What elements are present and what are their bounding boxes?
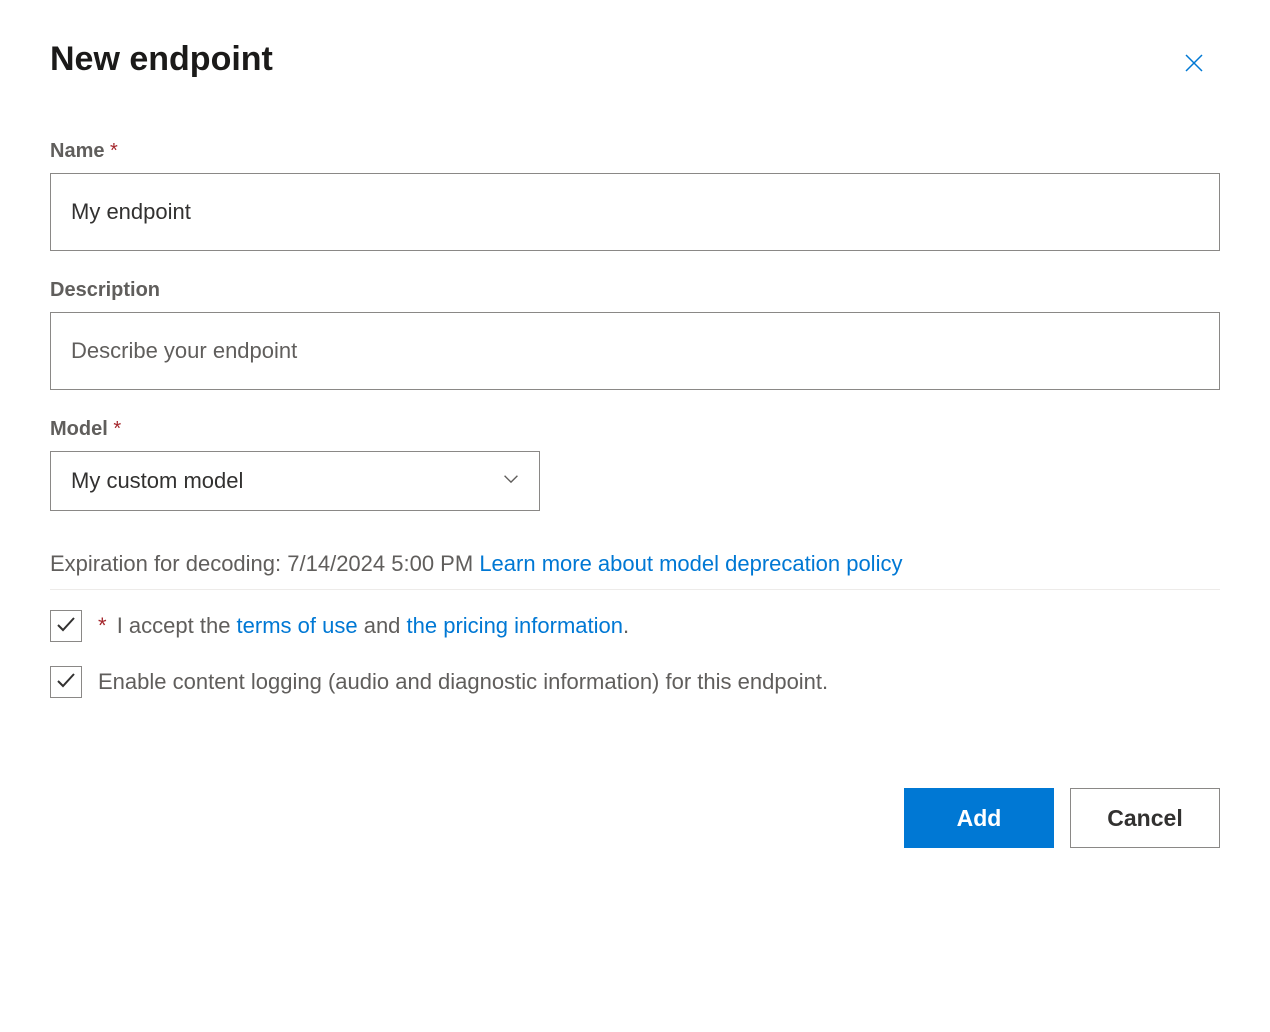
terms-checkbox[interactable]: [50, 610, 82, 642]
expiration-value: 7/14/2024 5:00 PM: [287, 551, 473, 576]
cancel-button[interactable]: Cancel: [1070, 788, 1220, 848]
logging-label: Enable content logging (audio and diagno…: [98, 669, 828, 695]
logging-checkbox[interactable]: [50, 666, 82, 698]
model-select[interactable]: My custom model: [50, 451, 540, 511]
close-icon: [1182, 51, 1206, 78]
close-button[interactable]: [1178, 48, 1210, 80]
terms-of-use-link[interactable]: terms of use: [237, 613, 358, 638]
name-field-group: Name *: [50, 140, 1220, 251]
terms-checkbox-row: * I accept the terms of use and the pric…: [50, 610, 1220, 642]
expiration-info: Expiration for decoding: 7/14/2024 5:00 …: [50, 551, 1220, 577]
terms-label: * I accept the terms of use and the pric…: [98, 613, 629, 639]
model-select-wrapper: My custom model: [50, 451, 540, 511]
model-field-group: Model * My custom model: [50, 418, 1220, 511]
dialog-footer: Add Cancel: [50, 788, 1220, 848]
divider: [50, 589, 1220, 590]
description-label: Description: [50, 279, 1220, 302]
description-field-group: Description: [50, 279, 1220, 390]
check-icon: [54, 668, 78, 697]
name-label: Name *: [50, 140, 1220, 163]
description-input[interactable]: [50, 312, 1220, 390]
expiration-label: Expiration for decoding:: [50, 551, 287, 576]
model-label: Model *: [50, 418, 1220, 441]
name-input[interactable]: [50, 173, 1220, 251]
check-icon: [54, 612, 78, 641]
required-indicator: *: [98, 613, 107, 638]
dialog-title: New endpoint: [50, 40, 273, 79]
required-indicator: *: [110, 140, 118, 162]
new-endpoint-dialog: New endpoint Name * Description Model * …: [50, 40, 1220, 848]
logging-checkbox-row: Enable content logging (audio and diagno…: [50, 666, 1220, 698]
pricing-info-link[interactable]: the pricing information: [407, 613, 623, 638]
add-button[interactable]: Add: [904, 788, 1054, 848]
deprecation-policy-link[interactable]: Learn more about model deprecation polic…: [479, 551, 902, 576]
required-indicator: *: [113, 418, 121, 440]
dialog-header: New endpoint: [50, 40, 1220, 80]
